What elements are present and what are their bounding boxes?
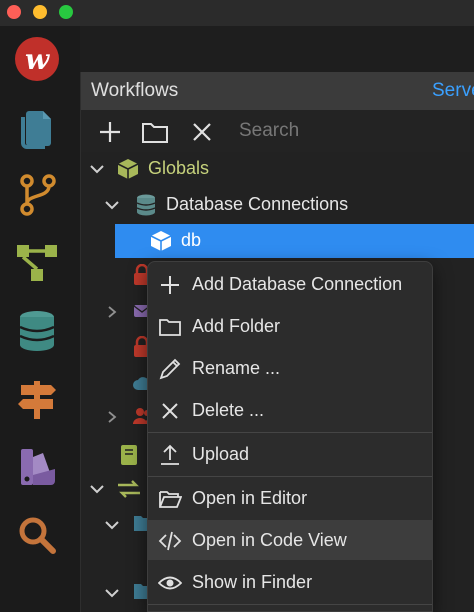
menu-label: Open in Code View <box>192 530 347 550</box>
chevron-right-icon[interactable] <box>105 305 119 319</box>
folder-icon <box>159 319 181 336</box>
serve-tab[interactable]: Serve <box>432 80 474 102</box>
new-folder-button[interactable] <box>141 118 169 146</box>
window-close-button[interactable] <box>7 5 21 19</box>
notebook-icon <box>121 445 137 465</box>
signpost-icon[interactable] <box>12 374 62 424</box>
plus-icon <box>100 122 120 142</box>
window-minimize-button[interactable] <box>33 5 47 19</box>
database-icon <box>136 194 156 216</box>
chevron-down-icon <box>90 165 104 174</box>
close-icon <box>162 403 178 419</box>
menu-item-show-in-finder[interactable]: Show in Finder <box>148 562 432 602</box>
menu-item-add-database-connection[interactable]: Add Database Connection <box>148 264 432 304</box>
hierarchy-icon[interactable] <box>12 238 62 288</box>
chevron-down-icon[interactable] <box>103 516 121 534</box>
pencil-icon <box>159 358 181 380</box>
panel-toolbar <box>81 110 474 152</box>
tree-node-globals[interactable]: Globals <box>81 152 474 186</box>
tree-node-db[interactable]: db <box>115 224 474 258</box>
menu-item-upload[interactable]: Upload <box>148 434 432 474</box>
tree-label-db: db <box>181 230 202 250</box>
palette-icon[interactable] <box>12 442 62 492</box>
menu-label: Open in Editor <box>192 488 308 508</box>
app-logo-icon[interactable]: w <box>12 34 62 84</box>
branches-icon[interactable] <box>12 170 62 220</box>
close-icon <box>193 123 211 141</box>
add-button[interactable] <box>96 118 124 146</box>
tree-label-globals: Globals <box>148 158 210 178</box>
search-input[interactable] <box>239 116 474 146</box>
menu-label: Upload <box>192 444 250 464</box>
tree-node-database-connections[interactable]: Database Connections <box>81 188 474 222</box>
folder-icon <box>142 123 168 143</box>
window-maximize-button[interactable] <box>59 5 73 19</box>
window-titlebar <box>0 0 474 26</box>
menu-item-rename[interactable]: Rename ... <box>148 348 432 388</box>
chevron-down-icon <box>105 201 119 210</box>
search-icon[interactable] <box>12 510 62 560</box>
database-icon[interactable] <box>12 306 62 356</box>
activity-bar: w <box>0 26 80 612</box>
plus-icon <box>161 276 179 294</box>
menu-label: Rename ... <box>192 358 281 378</box>
eye-icon <box>158 576 182 590</box>
documents-icon[interactable] <box>12 102 62 152</box>
upload-icon <box>161 444 179 465</box>
menu-item-delete[interactable]: Delete ... <box>148 390 432 430</box>
menu-separator <box>148 604 432 605</box>
clear-button[interactable] <box>188 118 216 146</box>
svg-text:w: w <box>25 43 50 76</box>
chevron-down-icon[interactable] <box>88 480 106 498</box>
tree-label-database-connections: Database Connections <box>166 194 349 214</box>
box-icon <box>117 159 139 179</box>
folder-open-icon <box>159 491 182 508</box>
menu-separator <box>148 476 432 477</box>
menu-separator <box>148 432 432 433</box>
swap-icon <box>118 480 140 498</box>
menu-item-open-in-code-view[interactable]: Open in Code View <box>148 520 432 560</box>
menu-item-open-in-editor[interactable]: Open in Editor <box>148 478 432 518</box>
panel-title: Workflows <box>91 80 179 101</box>
menu-label: Add Folder <box>192 316 281 336</box>
panel-header: Workflows Serve <box>81 72 474 110</box>
menu-label: Show in Finder <box>192 572 313 592</box>
cube-icon <box>150 231 172 251</box>
code-icon <box>158 531 182 551</box>
chevron-right-icon[interactable] <box>105 410 119 424</box>
chevron-down-icon[interactable] <box>103 584 121 602</box>
context-menu: Add Database Connection Add Folder Renam… <box>147 261 433 612</box>
menu-item-add-folder[interactable]: Add Folder <box>148 306 432 346</box>
menu-label: Delete ... <box>192 400 265 420</box>
menu-label: Add Database Connection <box>192 274 403 294</box>
